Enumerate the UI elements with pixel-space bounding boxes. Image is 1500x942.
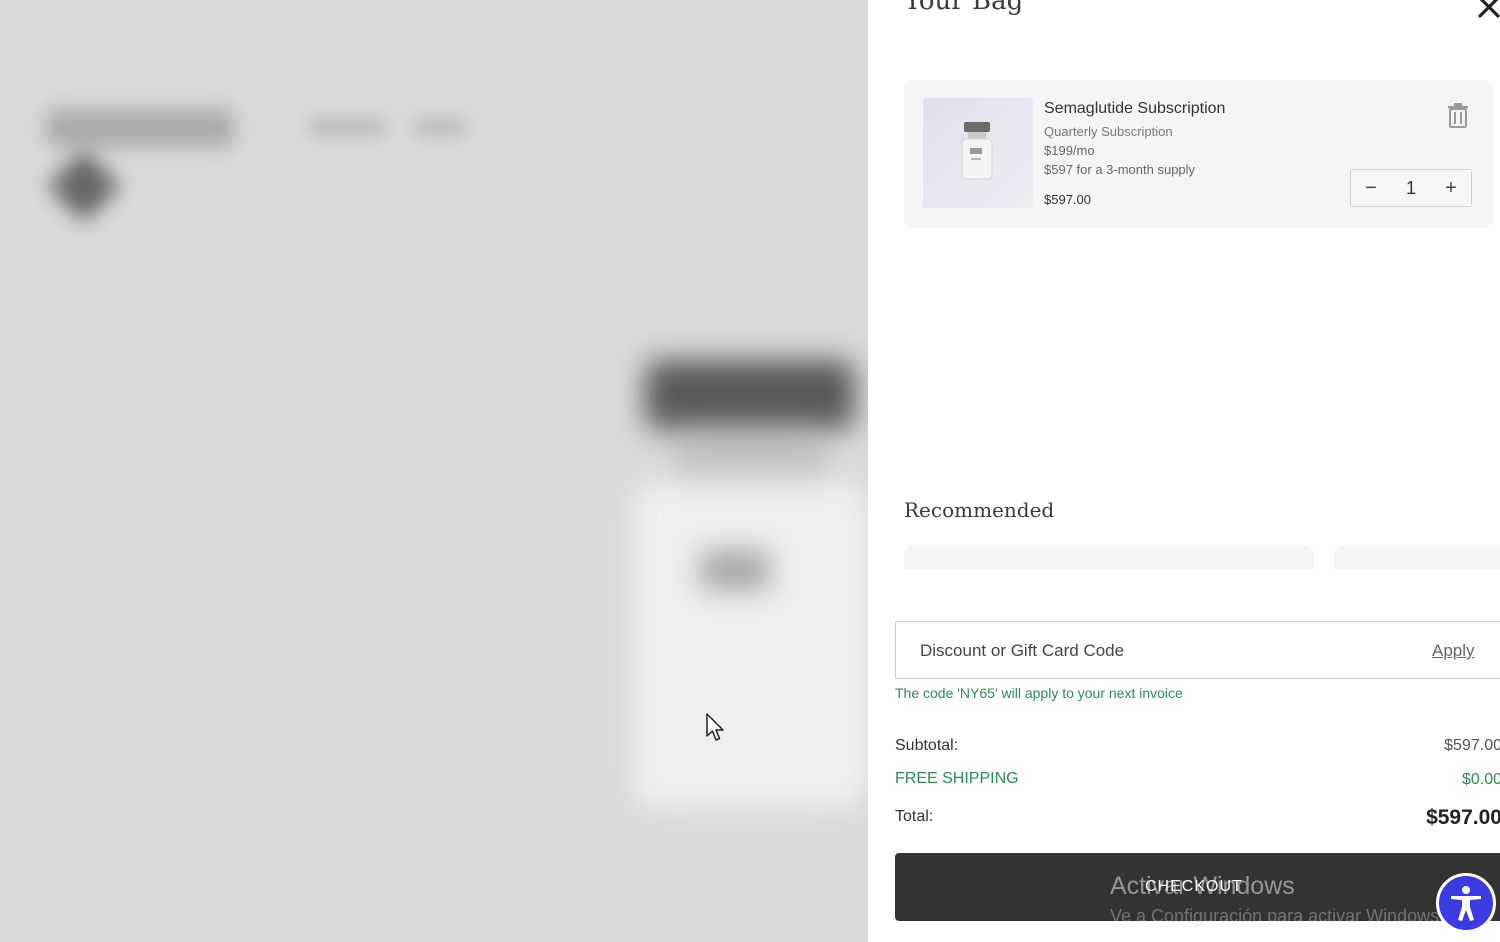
item-price: $597.00 [1044,192,1091,207]
cart-footer: Apply The code 'NY65' will apply to your… [868,570,1500,942]
blurred-logo [45,108,235,148]
decrease-quantity-button[interactable]: − [1353,170,1389,206]
blurred-nav-link [310,118,385,136]
checkout-label: CHECKOUT [1145,878,1243,895]
remove-item-button[interactable] [1446,102,1470,128]
recommended-title: Recommended [904,498,1055,522]
close-icon [1478,0,1500,18]
discount-message: The code 'NY65' will apply to your next … [895,685,1183,701]
quantity-value[interactable]: 1 [1391,170,1431,206]
subtotal-value: $597.00 [1444,737,1500,754]
apply-discount-link[interactable]: Apply [1432,641,1475,661]
item-name: Semaglutide Subscription [1044,100,1226,117]
blurred-product-image [630,360,868,820]
close-button[interactable] [1474,0,1500,22]
total-value: $597.00 [1426,806,1500,829]
item-monthly-price: $199/mo [1044,143,1095,158]
accessibility-button[interactable] [1436,873,1496,933]
trash-icon [1448,103,1468,128]
vial-icon [961,122,993,180]
discount-field: Apply [895,621,1500,680]
blurred-page-backdrop[interactable] [0,0,868,942]
cart-item: Semaglutide Subscription Quarterly Subsc… [904,80,1493,228]
product-thumbnail [923,98,1033,208]
quantity-stepper: − 1 + [1350,169,1472,207]
blurred-logo-mark [47,149,121,223]
drawer-title: Your Bag [904,0,1024,16]
cart-drawer: Your Bag Semaglutide Subscription Quarte… [868,0,1500,942]
item-plan: Quarterly Subscription [1044,124,1173,139]
increase-quantity-button[interactable]: + [1433,170,1469,206]
shipping-value: $0.00 [1461,771,1500,788]
shipping-label: FREE SHIPPING [895,770,1019,787]
total-label: Total: [895,808,934,825]
checkout-button[interactable]: CHECKOUT [895,853,1500,921]
blurred-nav-link [415,118,465,136]
subtotal-label: Subtotal: [895,737,959,754]
discount-input[interactable] [918,622,1402,680]
accessibility-icon [1451,886,1481,921]
item-supply-price: $597 for a 3-month supply [1044,162,1196,177]
